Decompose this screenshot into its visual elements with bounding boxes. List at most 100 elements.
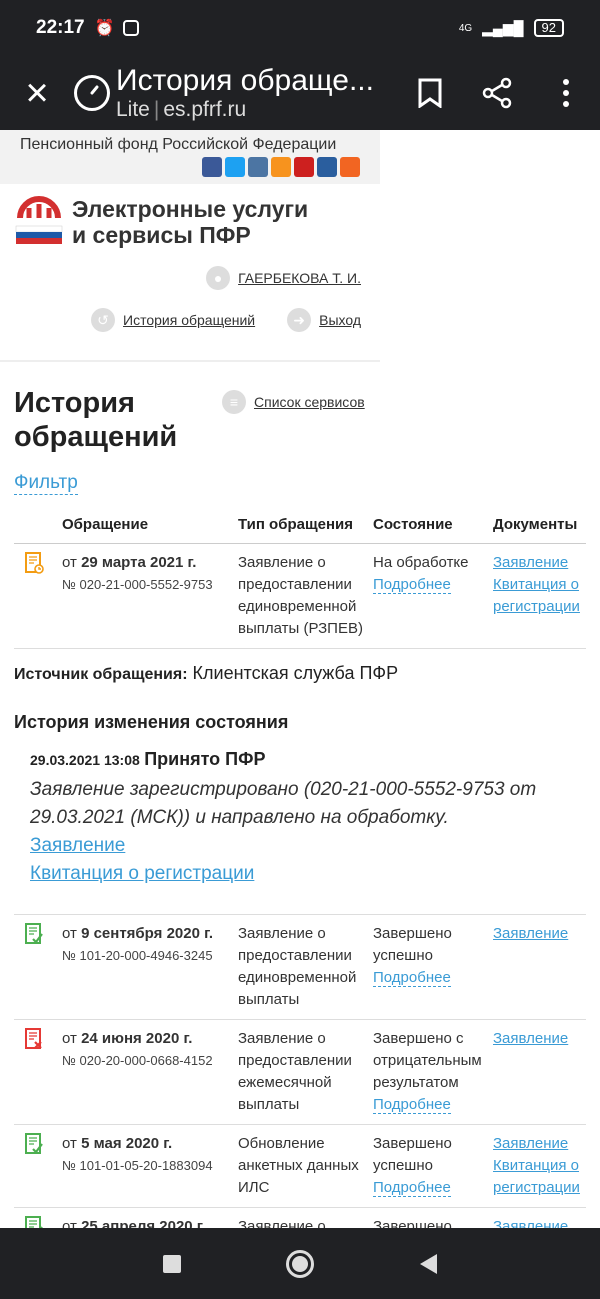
requests-table-rest: от 9 сентября 2020 г. № 101-20-000-4946-3… bbox=[14, 914, 586, 1228]
vk-icon[interactable] bbox=[248, 157, 268, 177]
request-number: № 101-20-000-4946-3245 bbox=[62, 948, 213, 963]
document-link[interactable]: Заявление bbox=[493, 923, 582, 945]
document-link[interactable]: Заявление bbox=[493, 1133, 582, 1155]
share-icon[interactable] bbox=[464, 77, 532, 109]
lite-label: Lite bbox=[116, 98, 150, 121]
history-icon: ↺ bbox=[91, 308, 116, 332]
request-state: На обработке bbox=[373, 554, 469, 571]
rss-icon[interactable] bbox=[340, 157, 360, 177]
table-row: от 24 июня 2020 г. № 020-20-000-0668-4152… bbox=[14, 1019, 586, 1125]
page-title: История обраще... bbox=[116, 64, 374, 97]
services-list-link-block[interactable]: ≡ Список сервисов bbox=[222, 390, 365, 414]
filter-link[interactable]: Фильтр bbox=[14, 472, 78, 495]
recents-icon[interactable] bbox=[162, 1254, 181, 1273]
account-nav: ↺ История обращений ➜ Выход bbox=[0, 290, 380, 332]
request-type: Заявление о предоставлении ежемесячной в… bbox=[234, 1019, 369, 1125]
page-heading: История обращений bbox=[14, 387, 178, 453]
document-link[interactable]: Квитанция о регистрации bbox=[493, 1155, 582, 1199]
status-doc-icon bbox=[24, 923, 46, 954]
more-menu-icon[interactable] bbox=[532, 78, 600, 108]
request-state: Завершено успешно bbox=[373, 925, 452, 964]
document-link[interactable]: Квитанция о регистрации bbox=[493, 574, 582, 618]
brand-title[interactable]: Электронные услуги и сервисы ПФР bbox=[72, 196, 308, 248]
user-row: ● ГАЕРБЕКОВА Т. И. bbox=[0, 248, 380, 290]
close-icon[interactable]: × bbox=[0, 73, 74, 113]
user-name-link[interactable]: ГАЕРБЕКОВА Т. И. bbox=[238, 270, 361, 286]
request-type: Заявление о предоставлении единовременно… bbox=[234, 543, 369, 649]
brand-row: Электронные услуги и сервисы ПФР bbox=[0, 184, 380, 248]
status-doc-icon bbox=[24, 1216, 46, 1228]
lite-mode-icon[interactable] bbox=[74, 75, 110, 111]
system-nav-bar bbox=[0, 1228, 600, 1299]
bookmark-icon[interactable] bbox=[396, 78, 464, 108]
request-date: 5 мая 2020 г. bbox=[81, 1135, 173, 1152]
document-link[interactable]: Заявление bbox=[493, 552, 582, 574]
history-link-application[interactable]: Заявление bbox=[30, 832, 600, 860]
details-link[interactable]: Подробнее bbox=[373, 576, 451, 594]
alarm-off-icon: ⏰ bbox=[94, 20, 115, 37]
history-datetime: 29.03.2021 13:08 bbox=[30, 752, 140, 768]
history-description: Заявление зарегистрировано (020-21-000-5… bbox=[30, 779, 537, 828]
youtube-icon[interactable] bbox=[294, 157, 314, 177]
request-type: Заявление о предоставлении единовременно… bbox=[234, 914, 369, 1020]
request-state: Завершено успешно bbox=[373, 1135, 452, 1174]
page-title-block[interactable]: История обраще... Lite | es.pfrf.ru bbox=[116, 64, 396, 122]
details-link[interactable]: Подробнее bbox=[373, 1096, 451, 1114]
request-type: Обновление анкетных данных ИЛС bbox=[234, 1124, 369, 1208]
facebook-icon[interactable] bbox=[202, 157, 222, 177]
source-label: Источник обращения: bbox=[14, 666, 188, 683]
request-date: 24 июня 2020 г. bbox=[81, 1030, 193, 1047]
col-state: Состояние bbox=[369, 511, 489, 544]
twitter-icon[interactable] bbox=[225, 157, 245, 177]
request-state: Завершено с отрицательным результатом bbox=[373, 1030, 482, 1091]
table-row: от 5 мая 2020 г. № 101-01-05-20-1883094 Об… bbox=[14, 1124, 586, 1208]
table-row: от 25 апреля 2020 г. Заявление о Завершено… bbox=[14, 1207, 586, 1228]
url-label: es.pfrf.ru bbox=[163, 98, 247, 121]
request-number: № 101-01-05-20-1883094 bbox=[62, 1158, 213, 1173]
request-state: Завершено bbox=[373, 1218, 452, 1228]
livejournal-icon[interactable] bbox=[317, 157, 337, 177]
status-doc-icon bbox=[24, 1028, 46, 1059]
document-link[interactable]: Заявление bbox=[493, 1028, 582, 1050]
logout-icon: ➜ bbox=[287, 308, 312, 332]
instagram-icon bbox=[122, 20, 139, 36]
battery-icon: 92 bbox=[533, 19, 564, 37]
status-doc-icon bbox=[24, 1133, 46, 1164]
home-icon[interactable] bbox=[286, 1249, 315, 1278]
col-type: Тип обращения bbox=[234, 511, 369, 544]
site-header: Пенсионный фонд Российской Федерации bbox=[0, 130, 380, 184]
source-value: Клиентская служба ПФР bbox=[187, 663, 399, 683]
clock: 22:17 bbox=[36, 17, 85, 38]
request-number: № 020-21-000-5552-9753 bbox=[62, 577, 213, 592]
request-date: 29 марта 2021 г. bbox=[81, 554, 197, 571]
services-list-link[interactable]: Список сервисов bbox=[254, 394, 365, 410]
history-status: Принято ПФР bbox=[144, 749, 266, 769]
col-docs: Документы bbox=[489, 511, 586, 544]
details-link[interactable]: Подробнее bbox=[373, 1179, 451, 1197]
network-label: 4G bbox=[458, 22, 473, 34]
page-content: Пенсионный фонд Российской Федерации Эле… bbox=[0, 130, 600, 1228]
table-row: от 9 сентября 2020 г. № 101-20-000-4946-3… bbox=[14, 914, 586, 1020]
request-type: Заявление о bbox=[234, 1207, 369, 1228]
details-link[interactable]: Подробнее bbox=[373, 969, 451, 987]
user-icon: ● bbox=[206, 266, 231, 290]
pfr-logo-icon[interactable] bbox=[14, 196, 64, 248]
browser-toolbar: × История обраще... Lite | es.pfrf.ru bbox=[0, 56, 600, 130]
request-number: № 020-20-000-0668-4152 bbox=[62, 1053, 213, 1068]
document-link[interactable]: Заявление bbox=[493, 1216, 582, 1228]
logout-link[interactable]: Выход bbox=[319, 312, 361, 328]
org-name: Пенсионный фонд Российской Федерации bbox=[20, 136, 337, 153]
history-link-receipt[interactable]: Квитанция о регистрации bbox=[30, 860, 600, 888]
history-links: Заявление Квитанция о регистрации bbox=[30, 832, 600, 888]
status-doc-icon bbox=[24, 552, 46, 583]
list-icon: ≡ bbox=[222, 390, 246, 414]
title-row: История обращений ≡ Список сервисов bbox=[0, 362, 600, 454]
request-date: 25 апреля 2020 г. bbox=[81, 1218, 206, 1228]
table-header-row: Обращение Тип обращения Состояние Докуме… bbox=[14, 511, 586, 544]
col-request: Обращение bbox=[58, 511, 234, 544]
signal-icon: ▂▄▆█ bbox=[482, 19, 524, 36]
request-source: Источник обращения: Клиентская служба ПФ… bbox=[0, 649, 600, 684]
history-link[interactable]: История обращений bbox=[123, 312, 255, 328]
odnoklassniki-icon[interactable] bbox=[271, 157, 291, 177]
back-icon[interactable] bbox=[420, 1253, 438, 1274]
